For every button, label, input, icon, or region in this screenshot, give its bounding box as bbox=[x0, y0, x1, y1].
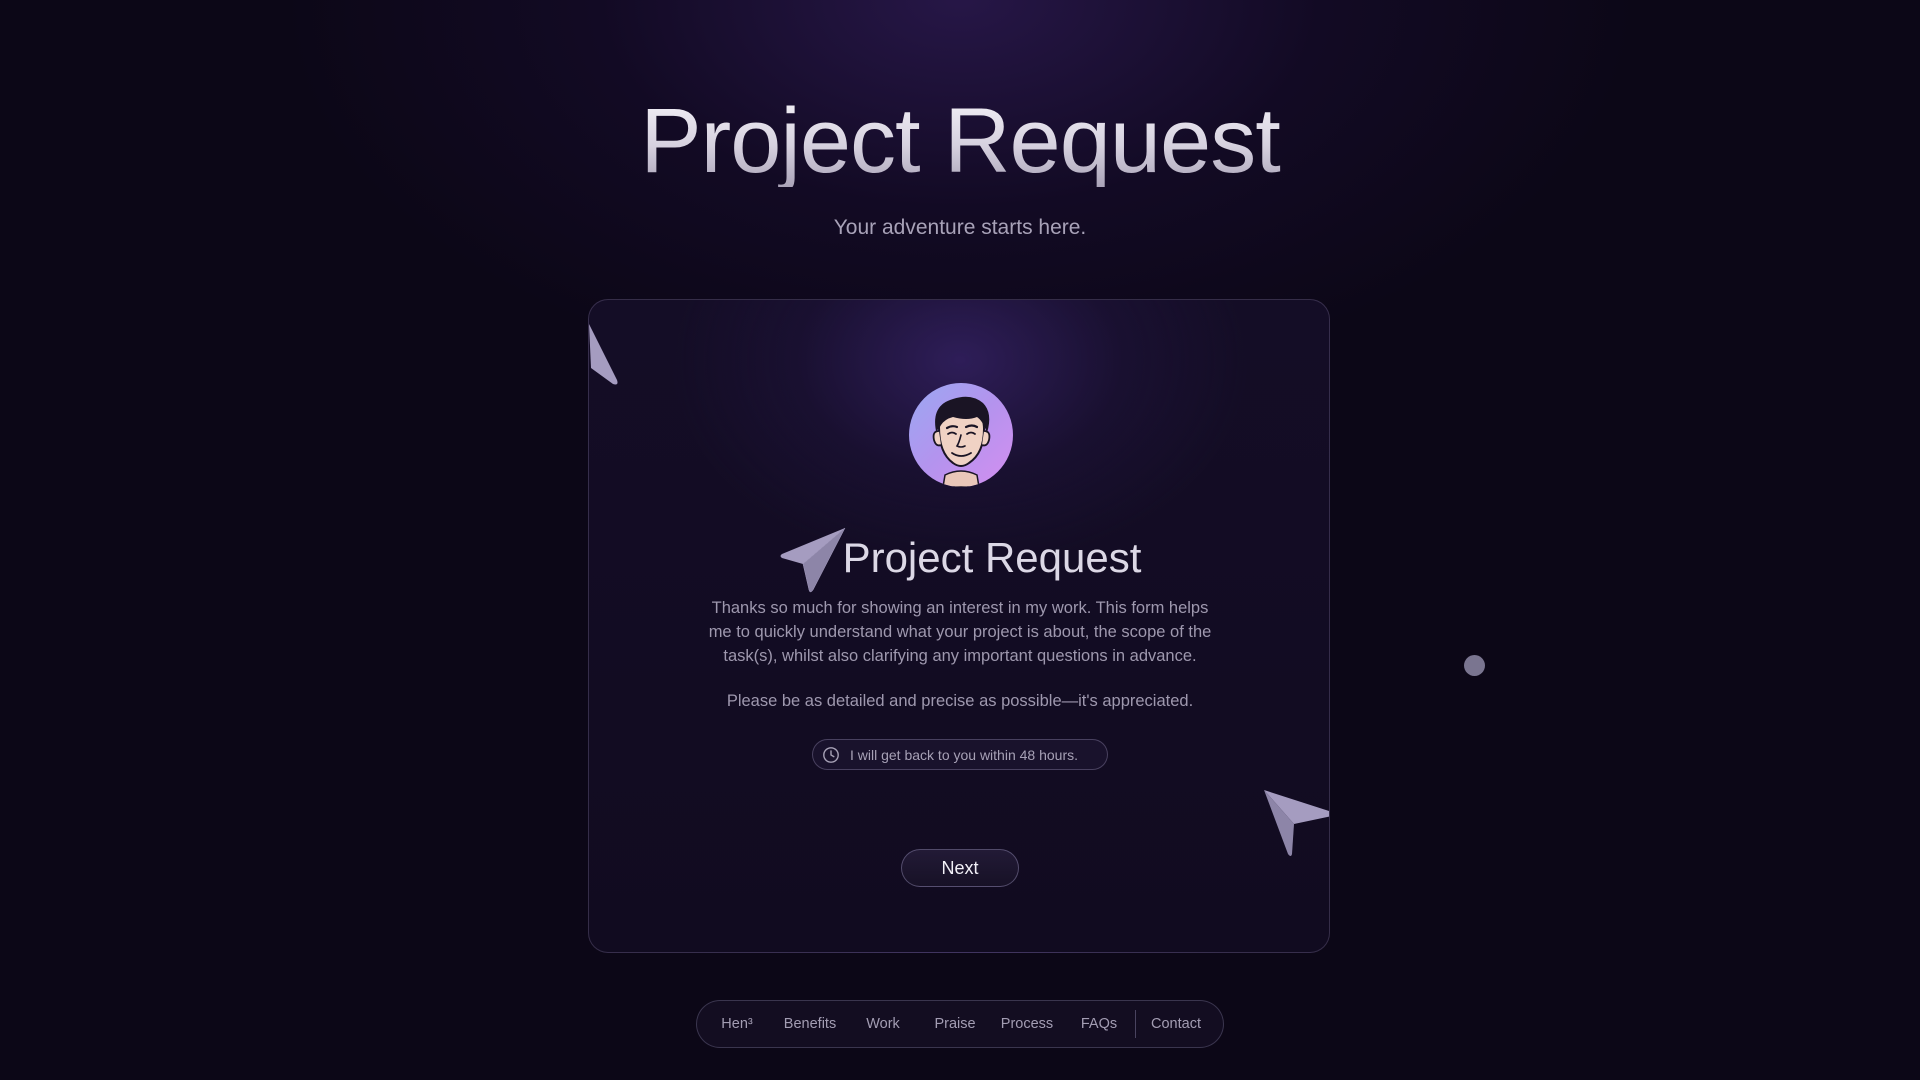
page-title: Project Request bbox=[0, 95, 1920, 187]
project-request-card: Project Request Thanks so much for showi… bbox=[588, 299, 1330, 953]
nav-item-benefits[interactable]: Benefits bbox=[773, 1016, 847, 1032]
nav-item-praise[interactable]: Praise bbox=[919, 1016, 991, 1032]
page-subtitle: Your adventure starts here. bbox=[833, 216, 1087, 239]
project-request-page: Project Request Your adventure starts he… bbox=[0, 0, 1920, 1080]
paper-plane-icon bbox=[1264, 790, 1329, 856]
nav-item-contact[interactable]: Contact bbox=[1136, 1016, 1216, 1032]
card-description: Thanks so much for showing an interest i… bbox=[708, 599, 1212, 665]
next-button[interactable]: Next bbox=[901, 849, 1019, 887]
clock-icon bbox=[823, 746, 839, 763]
card-title: Project Request bbox=[842, 534, 1142, 581]
bottom-navbar: Hen³ Benefits Work Praise Process FAQs C… bbox=[696, 1000, 1224, 1048]
paper-plane-icon bbox=[780, 527, 845, 593]
nav-item-work[interactable]: Work bbox=[847, 1016, 919, 1032]
avatar-illustration bbox=[932, 396, 991, 487]
response-time-badge: I will get back to you within 48 hours. bbox=[812, 739, 1108, 770]
paper-plane-icon bbox=[589, 324, 618, 385]
response-time-text: I will get back to you within 48 hours. bbox=[850, 746, 1079, 763]
avatar bbox=[909, 383, 1013, 487]
decorative-dot bbox=[1464, 655, 1485, 676]
nav-item-faqs[interactable]: FAQs bbox=[1063, 1016, 1135, 1032]
nav-item-process[interactable]: Process bbox=[991, 1016, 1063, 1032]
card-title-row: Project Request bbox=[589, 522, 1329, 594]
card-note: Please be as detailed and precise as pos… bbox=[726, 692, 1194, 710]
nav-item-home[interactable]: Hen³ bbox=[701, 1016, 773, 1032]
